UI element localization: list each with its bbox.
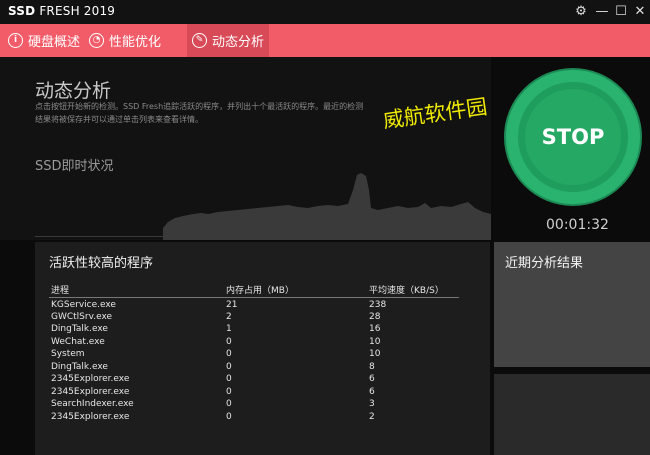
recent-results-title: 近期分析结果 [505, 256, 584, 271]
speed-value: 2 [369, 412, 375, 422]
memory-value: 0 [226, 412, 232, 422]
memory-value: 21 [226, 300, 238, 310]
pencil-icon: ✎ [192, 33, 207, 48]
app-title: SSD FRESH 2019 [8, 4, 116, 18]
speed-value: 238 [369, 300, 387, 310]
speed-value: 8 [369, 362, 375, 372]
settings-icon[interactable]: ⚙ [571, 2, 591, 22]
speed-value: 16 [369, 324, 381, 334]
nav-bar: i 硬盘概述 ◔ 性能优化 ✎ 动态分析 [0, 24, 650, 57]
memory-value: 1 [226, 324, 232, 334]
process-name: WeChat.exe [51, 337, 105, 347]
close-button[interactable]: ✕ [630, 2, 650, 22]
elapsed-timer: 00:01:32 [546, 217, 609, 233]
stop-button-inner: STOP [518, 82, 628, 192]
activity-area [163, 173, 491, 240]
recent-results-list [494, 374, 650, 455]
ssd-activity-graph [163, 173, 491, 240]
memory-value: 0 [226, 337, 232, 347]
memory-value: 0 [226, 399, 232, 409]
memory-value: 0 [226, 374, 232, 384]
title-bar: SSD FRESH 2019 ⚙ — ☐ ✕ [0, 0, 650, 24]
stop-button[interactable]: STOP [506, 70, 640, 204]
process-panel-title: 活跃性较高的程序 [49, 256, 154, 271]
info-icon: i [8, 33, 23, 48]
tab-label: 动态分析 [212, 35, 265, 50]
tab-disk-overview[interactable]: i 硬盘概述 [8, 24, 80, 57]
page-title: 动态分析 [35, 80, 112, 102]
column-header-memory: 内存占用（MB） [226, 286, 294, 296]
memory-value: 0 [226, 362, 232, 372]
process-name: 2345Explorer.exe [51, 412, 130, 422]
restore-button[interactable]: ☐ [611, 2, 631, 22]
process-name: DingTalk.exe [51, 324, 108, 334]
speed-value: 6 [369, 387, 375, 397]
speed-value: 28 [369, 312, 381, 322]
column-header-speed: 平均速度（KB/S） [369, 286, 444, 296]
process-name: DingTalk.exe [51, 362, 108, 372]
memory-value: 2 [226, 312, 232, 322]
process-name: System [51, 349, 85, 359]
minimize-button[interactable]: — [592, 2, 612, 22]
ssd-status-label: SSD即时状况 [35, 159, 114, 174]
gauge-icon: ◔ [89, 33, 104, 48]
process-name: 2345Explorer.exe [51, 374, 130, 384]
process-name: SearchIndexer.exe [51, 399, 134, 409]
page-description: 点击按钮开始新的检测。SSD Fresh追踪活跃的程序，并列出十个最活跃的程序。… [35, 102, 364, 124]
column-header-process: 进程 [51, 286, 70, 296]
speed-value: 6 [369, 374, 375, 384]
process-name: 2345Explorer.exe [51, 387, 130, 397]
memory-value: 0 [226, 349, 232, 359]
process-name: GWCtlSrv.exe [51, 312, 113, 322]
speed-value: 3 [369, 399, 375, 409]
header-divider [49, 297, 459, 298]
tab-label: 硬盘概述 [28, 35, 81, 50]
graph-baseline [35, 236, 491, 237]
speed-value: 10 [369, 349, 381, 359]
memory-value: 0 [226, 387, 232, 397]
speed-value: 10 [369, 337, 381, 347]
stop-button-label: STOP [525, 89, 621, 185]
tab-label: 性能优化 [109, 35, 162, 50]
process-name: KGService.exe [51, 300, 116, 310]
tab-performance[interactable]: ◔ 性能优化 [89, 24, 161, 57]
tab-dynamic-analysis[interactable]: ✎ 动态分析 [187, 24, 270, 57]
